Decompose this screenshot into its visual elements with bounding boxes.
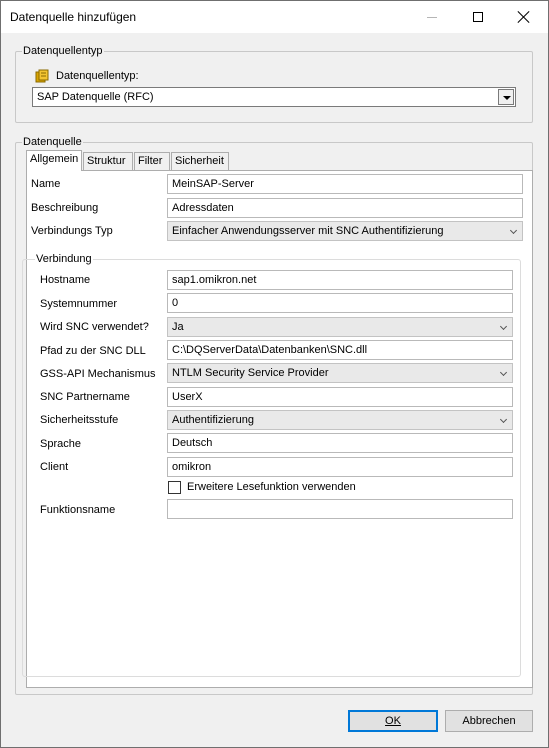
maximize-button[interactable]: [455, 1, 501, 33]
language-label: Sprache: [40, 438, 81, 450]
datasource-group-legend: Datenquelle: [22, 135, 83, 149]
security-level-value: Authentifizierung: [172, 414, 254, 426]
tab-sicherheit[interactable]: Sicherheit: [171, 152, 229, 170]
title-bar: Datenquelle hinzufügen: [1, 1, 548, 33]
snc-partner-input[interactable]: UserX: [167, 387, 513, 407]
dialog-window: Datenquelle hinzufügen Datenquellentyp D…: [0, 0, 549, 748]
connection-type-label: Verbindungs Typ: [31, 225, 113, 237]
client-input[interactable]: omikron: [167, 457, 513, 477]
cancel-button-label: Abbrechen: [462, 715, 516, 727]
language-input[interactable]: Deutsch: [167, 433, 513, 453]
ok-button-label: OK: [385, 715, 401, 727]
extended-read-label[interactable]: Erweitere Lesefunktion verwenden: [187, 481, 356, 494]
connection-type-value: Einfacher Anwendungsserver mit SNC Authe…: [172, 225, 444, 237]
chevron-down-icon: [499, 322, 508, 331]
description-input[interactable]: Adressdaten: [167, 198, 523, 218]
datasource-type-select[interactable]: SAP Datenquelle (RFC): [32, 87, 516, 107]
datasource-type-label: Datenquellentyp:: [56, 70, 139, 82]
database-icon: [35, 69, 49, 83]
function-name-label: Funktionsname: [40, 504, 116, 516]
hostname-input[interactable]: sap1.omikron.net: [167, 270, 513, 290]
extended-read-checkbox[interactable]: [168, 481, 181, 494]
function-name-input[interactable]: [167, 499, 513, 519]
datasource-type-group-legend: Datenquellentyp: [22, 44, 104, 58]
gss-api-label: GSS-API Mechanismus: [40, 368, 156, 380]
chevron-down-icon: [509, 226, 518, 235]
close-button[interactable]: [501, 1, 547, 33]
system-number-label: Systemnummer: [40, 298, 118, 310]
ok-button[interactable]: OK: [348, 710, 438, 732]
system-number-input[interactable]: 0: [167, 293, 513, 313]
snc-dll-input[interactable]: C:\DQServerData\Datenbanken\SNC.dll: [167, 340, 513, 360]
snc-dll-label: Pfad zu der SNC DLL: [40, 345, 146, 357]
name-label: Name: [31, 178, 61, 190]
client-label: Client: [40, 461, 69, 473]
dropdown-arrow-icon[interactable]: [498, 89, 514, 105]
tab-filter[interactable]: Filter: [134, 152, 170, 170]
snc-partner-label: SNC Partnername: [40, 391, 130, 403]
snc-used-value: Ja: [172, 321, 184, 333]
window-title: Datenquelle hinzufügen: [10, 10, 137, 24]
description-label: Beschreibung: [31, 202, 99, 214]
tab-struktur[interactable]: Struktur: [83, 152, 133, 170]
connection-type-select[interactable]: Einfacher Anwendungsserver mit SNC Authe…: [167, 221, 523, 241]
minimize-icon: [427, 16, 437, 18]
chevron-down-icon: [499, 415, 508, 424]
security-level-label: Sicherheitsstufe: [40, 414, 119, 426]
gss-api-value: NTLM Security Service Provider: [172, 367, 329, 379]
name-input[interactable]: MeinSAP-Server: [167, 174, 523, 194]
snc-used-label: Wird SNC verwendet?: [40, 321, 149, 333]
close-icon: [517, 10, 531, 24]
chevron-down-icon: [499, 368, 508, 377]
snc-used-select[interactable]: Ja: [167, 317, 513, 337]
connection-group-legend: Verbindung: [35, 252, 93, 266]
gss-api-select[interactable]: NTLM Security Service Provider: [167, 363, 513, 383]
tab-allgemein[interactable]: Allgemein: [26, 150, 82, 171]
cancel-button[interactable]: Abbrechen: [445, 710, 533, 732]
datasource-type-value: SAP Datenquelle (RFC): [37, 91, 154, 103]
security-level-select[interactable]: Authentifizierung: [167, 410, 513, 430]
minimize-button[interactable]: [409, 1, 455, 33]
hostname-label: Hostname: [40, 274, 91, 286]
maximize-icon: [473, 12, 483, 22]
